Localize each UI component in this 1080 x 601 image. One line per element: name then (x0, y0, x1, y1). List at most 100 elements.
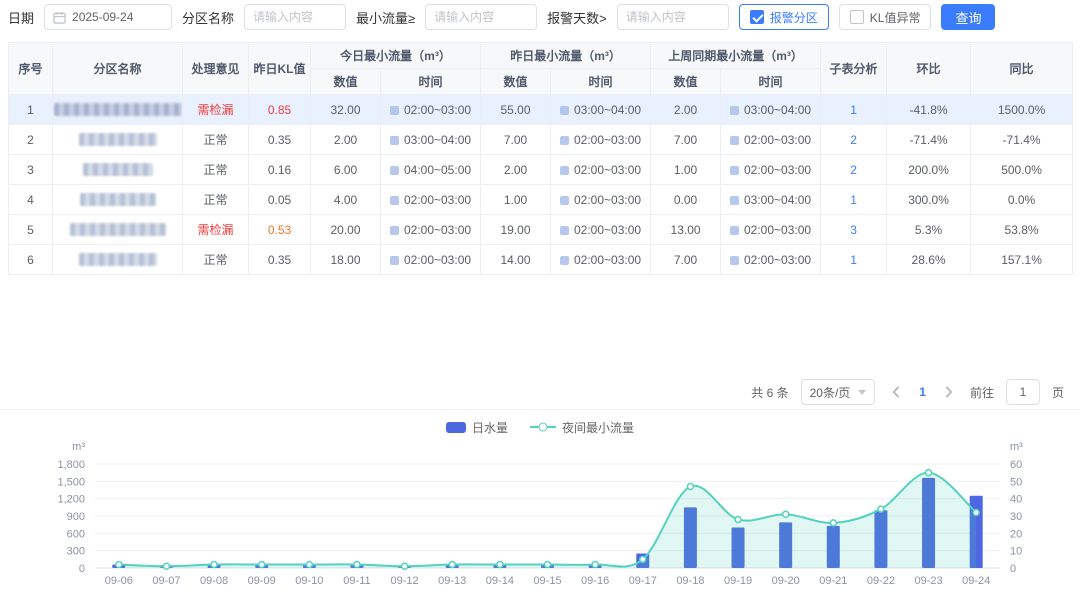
subtable-link[interactable]: 2 (850, 133, 857, 147)
col-header-zone: 分区名称 (53, 43, 183, 95)
time-icon (730, 136, 739, 145)
legend-daily-water[interactable]: 日水量 (446, 419, 508, 436)
legend-daily-water-label: 日水量 (472, 419, 508, 436)
calendar-icon (53, 11, 66, 24)
zone-name-input[interactable] (244, 4, 346, 30)
cell-kl-value: 0.16 (249, 155, 311, 185)
time-icon (730, 256, 739, 265)
next-page-button[interactable] (940, 379, 958, 405)
svg-text:10: 10 (1010, 546, 1022, 558)
subtable-link[interactable]: 2 (850, 163, 857, 177)
svg-text:1,200: 1,200 (57, 494, 85, 506)
svg-text:09-17: 09-17 (629, 575, 657, 587)
alarm-zone-checkbox-label: 报警分区 (770, 9, 818, 26)
prev-page-button[interactable] (887, 379, 905, 405)
svg-text:1,500: 1,500 (57, 476, 85, 488)
cell-yoy: 0.0% (971, 185, 1073, 215)
table-row[interactable]: 1需检漏0.8532.0002:00~03:0055.0003:00~04:00… (9, 95, 1073, 125)
date-picker[interactable]: 2025-09-24 (44, 4, 172, 30)
cell-kl-value: 0.85 (249, 95, 311, 125)
pagination-bar: 共 6 条 20条/页 1 前往 页 (0, 375, 1080, 409)
table-row[interactable]: 4正常0.054.0002:00~03:001.0002:00~03:000.0… (9, 185, 1073, 215)
table-row[interactable]: 6正常0.3518.0002:00~03:0014.0002:00~03:007… (9, 245, 1073, 275)
col-header-lastweek-time: 时间 (721, 69, 821, 95)
cell-lastweek-time: 02:00~03:00 (721, 245, 821, 275)
col-header-subtable: 子表分析 (821, 43, 887, 95)
cell-index: 4 (9, 185, 53, 215)
svg-text:m³: m³ (72, 441, 85, 453)
col-header-yesterday-value: 数值 (481, 69, 551, 95)
time-icon (730, 196, 739, 205)
cell-yesterday-value: 1.00 (481, 185, 551, 215)
min-flow-input[interactable] (425, 4, 537, 30)
svg-text:600: 600 (67, 528, 85, 540)
subtable-link[interactable]: 3 (850, 223, 857, 237)
query-button[interactable]: 查询 (941, 4, 995, 30)
chevron-left-icon (892, 386, 900, 398)
cell-kl-value: 0.53 (249, 215, 311, 245)
subtable-link[interactable]: 1 (850, 103, 857, 117)
time-icon (560, 196, 569, 205)
time-icon (390, 256, 399, 265)
cell-today-value: 20.00 (311, 215, 381, 245)
svg-text:09-22: 09-22 (867, 575, 895, 587)
cell-mom: 300.0% (887, 185, 971, 215)
date-label: 日期 (8, 8, 34, 27)
cell-today-time: 02:00~03:00 (381, 245, 481, 275)
masked-zone-name (80, 193, 156, 206)
col-header-index: 序号 (9, 43, 53, 95)
cell-yesterday-time: 02:00~03:00 (551, 185, 651, 215)
svg-text:900: 900 (67, 511, 85, 523)
col-header-lastweek-value: 数值 (651, 69, 721, 95)
subtable-link[interactable]: 1 (850, 193, 857, 207)
cell-zone-name (53, 125, 183, 155)
cell-kl-value: 0.35 (249, 245, 311, 275)
svg-text:0: 0 (79, 563, 85, 575)
svg-text:09-06: 09-06 (105, 575, 133, 587)
svg-text:09-18: 09-18 (676, 575, 704, 587)
svg-text:50: 50 (1010, 476, 1022, 488)
cell-yoy: -71.4% (971, 125, 1073, 155)
alarm-days-input[interactable] (617, 4, 729, 30)
cell-opinion: 正常 (183, 155, 249, 185)
legend-night-min-flow[interactable]: 夜间最小流量 (530, 419, 634, 436)
svg-text:30: 30 (1010, 511, 1022, 523)
table-row[interactable]: 5需检漏0.5320.0002:00~03:0019.0002:00~03:00… (9, 215, 1073, 245)
time-icon (390, 196, 399, 205)
cell-today-time: 02:00~03:00 (381, 185, 481, 215)
total-count: 共 6 条 (751, 384, 788, 401)
masked-zone-name (83, 163, 153, 176)
current-page[interactable]: 1 (917, 385, 928, 399)
table-row[interactable]: 3正常0.166.0004:00~05:002.0002:00~03:001.0… (9, 155, 1073, 185)
page-size-select[interactable]: 20条/页 (801, 379, 876, 405)
cell-mom: -71.4% (887, 125, 971, 155)
svg-text:09-14: 09-14 (486, 575, 514, 587)
cell-opinion: 需检漏 (183, 215, 249, 245)
cell-index: 1 (9, 95, 53, 125)
chevron-down-icon (858, 390, 866, 395)
svg-text:09-13: 09-13 (438, 575, 466, 587)
cell-yesterday-value: 7.00 (481, 125, 551, 155)
time-icon (560, 166, 569, 175)
cell-mom: 5.3% (887, 215, 971, 245)
cell-yoy: 500.0% (971, 155, 1073, 185)
cell-yoy: 1500.0% (971, 95, 1073, 125)
time-icon (730, 226, 739, 235)
cell-yesterday-value: 2.00 (481, 155, 551, 185)
cell-lastweek-time: 03:00~04:00 (721, 185, 821, 215)
cell-lastweek-time: 02:00~03:00 (721, 215, 821, 245)
cell-index: 3 (9, 155, 53, 185)
cell-today-time: 02:00~03:00 (381, 215, 481, 245)
kl-abnormal-checkbox[interactable]: KL值异常 (839, 4, 932, 30)
cell-today-time: 03:00~04:00 (381, 125, 481, 155)
kl-abnormal-checkbox-label: KL值异常 (870, 9, 921, 26)
alarm-zone-checkbox[interactable]: 报警分区 (739, 4, 829, 30)
cell-yesterday-time: 02:00~03:00 (551, 125, 651, 155)
col-header-today-value: 数值 (311, 69, 381, 95)
table-body: 1需检漏0.8532.0002:00~03:0055.0003:00~04:00… (9, 95, 1073, 275)
table-row[interactable]: 2正常0.352.0003:00~04:007.0002:00~03:007.0… (9, 125, 1073, 155)
goto-page-input[interactable] (1006, 379, 1040, 405)
date-value: 2025-09-24 (72, 10, 133, 24)
subtable-link[interactable]: 1 (850, 253, 857, 267)
cell-today-value: 6.00 (311, 155, 381, 185)
